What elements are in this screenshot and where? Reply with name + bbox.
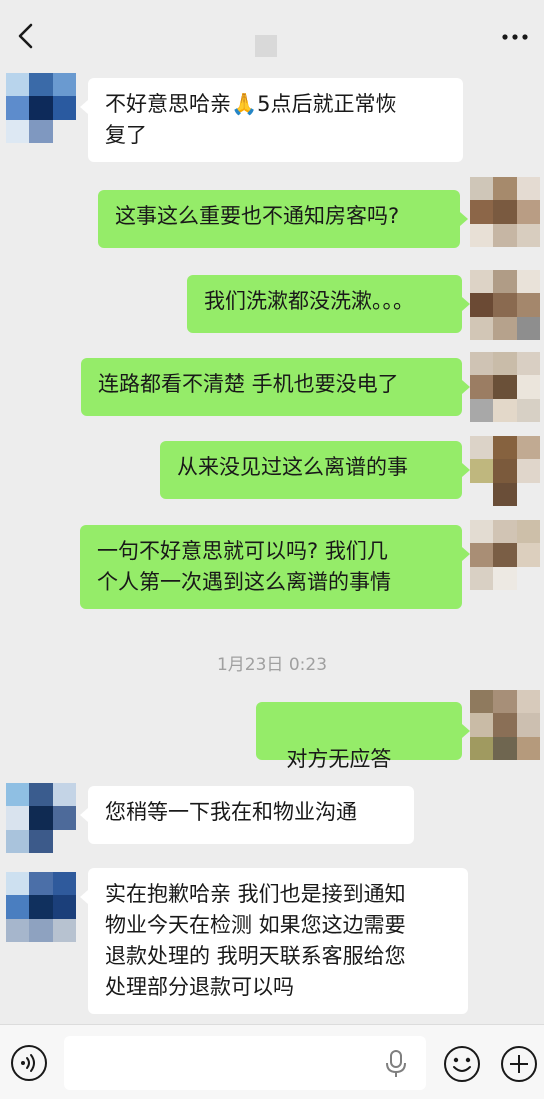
outgoing-message[interactable]: 从来没见过这么离谱的事 [160, 441, 470, 499]
incoming-message[interactable]: 实在抱歉哈亲 我们也是接到通知 物业今天在检测 如果您这边需要 退款处理的 我明… [80, 868, 468, 1014]
more-dots-icon[interactable] [500, 28, 530, 46]
contact-avatar[interactable] [6, 73, 76, 143]
call-status-message[interactable]: 对方无应答 [256, 702, 470, 799]
outgoing-message[interactable]: 连路都看不清楚 手机也要没电了 [81, 358, 470, 416]
input-bar [0, 1024, 544, 1099]
message-input[interactable] [64, 1036, 426, 1090]
outgoing-message[interactable]: 一句不好意思就可以吗? 我们几 个人第一次遇到这么离谱的事情 [80, 525, 470, 609]
chevron-left-icon[interactable] [14, 22, 38, 50]
my-avatar[interactable] [470, 690, 540, 760]
top-bar [0, 0, 544, 70]
emoji-icon[interactable] [442, 1044, 482, 1084]
my-avatar[interactable] [470, 436, 540, 506]
call-status-label: 对方无应答 [286, 747, 392, 771]
my-avatar[interactable] [470, 520, 540, 590]
contact-avatar[interactable] [6, 872, 76, 942]
voice-mode-icon[interactable] [10, 1044, 48, 1082]
outgoing-message[interactable]: 我们洗漱都没洗漱。。。 [187, 275, 470, 333]
my-avatar[interactable] [470, 352, 540, 422]
message-timestamp: 1月23日 0:23 [216, 655, 328, 675]
plus-icon[interactable] [499, 1044, 539, 1084]
outgoing-message[interactable]: 这事这么重要也不通知房客吗? [98, 190, 468, 248]
microphone-icon[interactable] [385, 1049, 407, 1079]
my-avatar[interactable] [470, 177, 540, 247]
contact-avatar[interactable] [6, 783, 76, 853]
my-avatar[interactable] [470, 270, 540, 340]
incoming-message[interactable]: 您稍等一下我在和物业沟通 [80, 786, 414, 844]
incoming-message[interactable]: 不好意思哈亲🙏5点后就正常恢 复了 [80, 78, 463, 162]
contact-name-blurred [255, 35, 277, 57]
